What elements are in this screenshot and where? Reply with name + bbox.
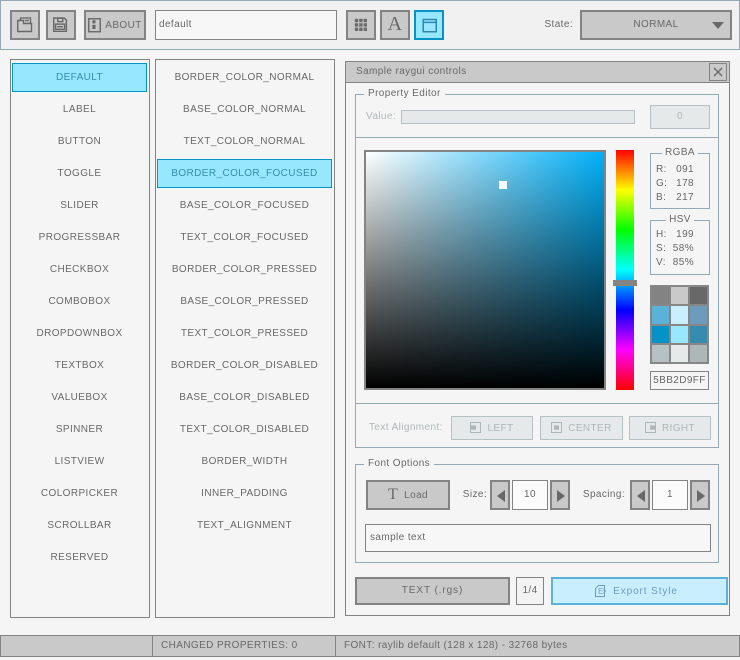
svg-text:E: E	[598, 587, 604, 596]
